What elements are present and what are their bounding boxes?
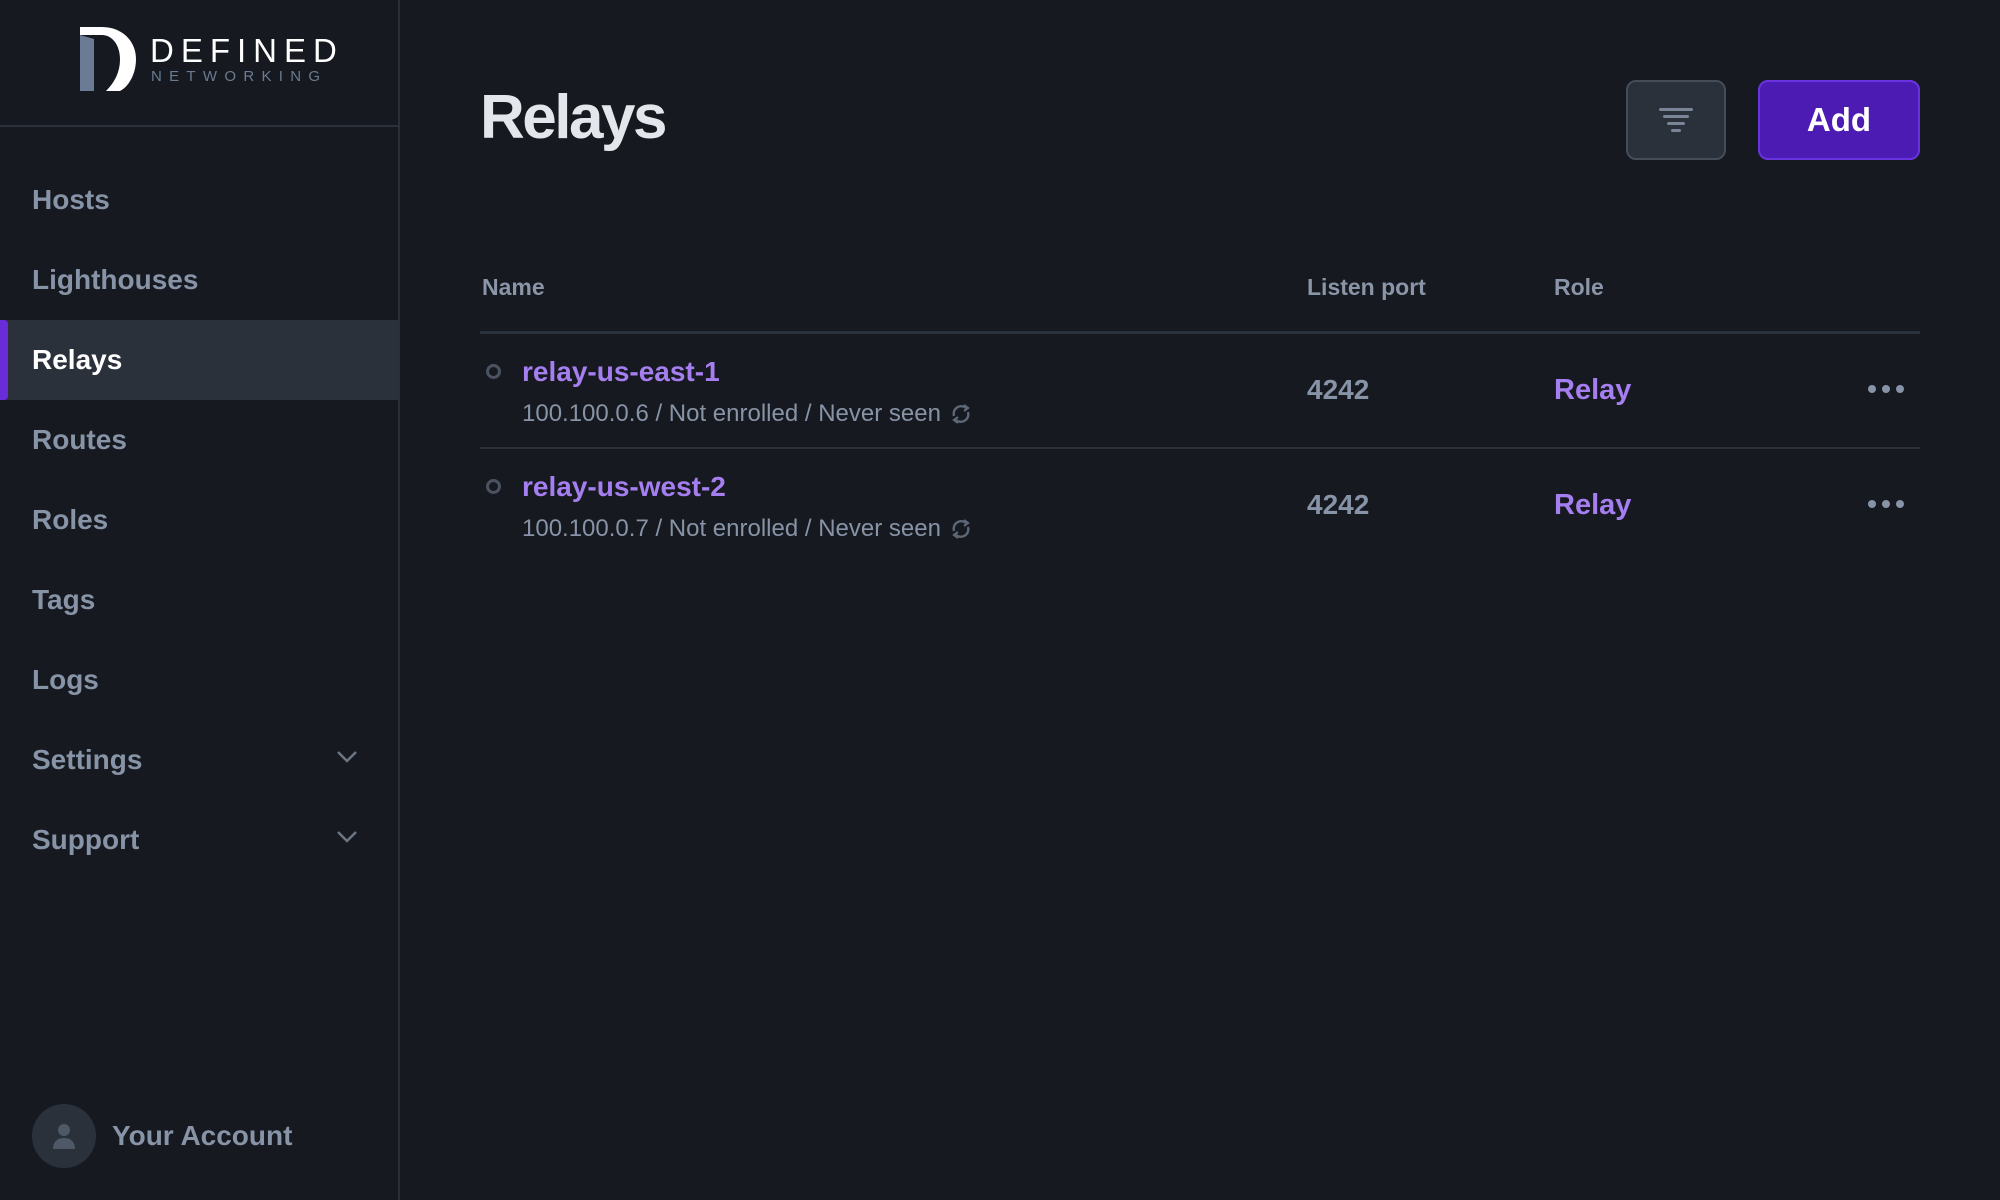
- user-icon: [53, 1124, 75, 1149]
- defined-logo-icon: [80, 27, 136, 91]
- brand-name: DEFINED: [150, 32, 344, 69]
- sidebar-item-label: Hosts: [32, 184, 110, 215]
- sidebar-item-label: Support: [32, 824, 140, 855]
- relay-name-link[interactable]: relay-us-east-1: [522, 356, 720, 388]
- refresh-icon[interactable]: [949, 402, 973, 426]
- chevron-down-icon: [337, 751, 357, 763]
- status-offline-icon: [486, 364, 501, 379]
- relay-meta: 100.100.0.7 / Not enrolled / Never seen: [522, 515, 973, 543]
- table-header: Name Listen port Role: [480, 262, 1920, 334]
- more-options-icon[interactable]: [1868, 497, 1904, 511]
- page-title: Relays: [480, 83, 667, 152]
- filter-button[interactable]: [1626, 80, 1726, 160]
- sidebar-item-hosts[interactable]: Hosts: [0, 160, 398, 240]
- role-link[interactable]: Relay: [1554, 374, 1631, 407]
- column-header-role[interactable]: Role: [1554, 274, 1604, 301]
- sidebar-item-label: Tags: [32, 584, 96, 615]
- sidebar-item-label: Lighthouses: [32, 264, 199, 295]
- column-header-name[interactable]: Name: [482, 274, 545, 301]
- relay-meta-text: 100.100.0.6 / Not enrolled / Never seen: [522, 400, 941, 427]
- sidebar-item-label: Routes: [32, 424, 127, 455]
- sidebar-item-relays[interactable]: Relays: [0, 320, 398, 400]
- sidebar: DEFINED NETWORKING Hosts Lighthouses Rel…: [0, 0, 400, 1200]
- status-offline-icon: [486, 479, 501, 494]
- sidebar-item-lighthouses[interactable]: Lighthouses: [0, 240, 398, 320]
- brand-subname: NETWORKING: [151, 68, 328, 85]
- main-content: Relays Add Name Listen port Role relay-u…: [400, 0, 2000, 1200]
- avatar: [32, 1104, 96, 1168]
- listen-port: 4242: [1307, 374, 1370, 405]
- sidebar-item-tags[interactable]: Tags: [0, 560, 398, 640]
- column-header-listen-port[interactable]: Listen port: [1307, 274, 1426, 301]
- add-button[interactable]: Add: [1758, 80, 1920, 160]
- sidebar-item-label: Relays: [32, 344, 123, 375]
- relay-meta-text: 100.100.0.7 / Not enrolled / Never seen: [522, 515, 941, 542]
- relay-name-link[interactable]: relay-us-west-2: [522, 471, 726, 503]
- filter-icon: [1659, 108, 1693, 132]
- sidebar-item-settings[interactable]: Settings: [0, 720, 398, 800]
- chevron-down-icon: [337, 831, 357, 843]
- sidebar-item-routes[interactable]: Routes: [0, 400, 398, 480]
- sidebar-item-label: Logs: [32, 664, 99, 695]
- account-menu[interactable]: Your Account: [32, 1104, 292, 1168]
- account-label: Your Account: [112, 1120, 293, 1151]
- listen-port: 4242: [1307, 489, 1370, 520]
- sidebar-item-logs[interactable]: Logs: [0, 640, 398, 720]
- table-row[interactable]: relay-us-west-2 100.100.0.7 / Not enroll…: [480, 449, 1920, 564]
- brand-logo[interactable]: DEFINED NETWORKING: [0, 0, 398, 127]
- role-link[interactable]: Relay: [1554, 489, 1631, 522]
- sidebar-item-support[interactable]: Support: [0, 800, 398, 880]
- sidebar-item-roles[interactable]: Roles: [0, 480, 398, 560]
- sidebar-nav: Hosts Lighthouses Relays Routes Roles Ta…: [0, 160, 398, 880]
- refresh-icon[interactable]: [949, 517, 973, 541]
- more-options-icon[interactable]: [1868, 382, 1904, 396]
- table-row[interactable]: relay-us-east-1 100.100.0.6 / Not enroll…: [480, 334, 1920, 449]
- relay-meta: 100.100.0.6 / Not enrolled / Never seen: [522, 400, 973, 428]
- sidebar-item-label: Roles: [32, 504, 109, 535]
- relays-table: Name Listen port Role relay-us-east-1 10…: [480, 262, 1920, 564]
- sidebar-item-label: Settings: [32, 744, 143, 775]
